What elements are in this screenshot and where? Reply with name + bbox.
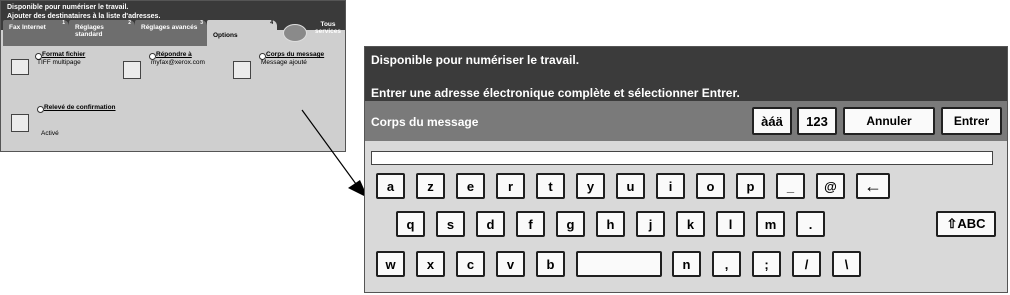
keyboard-toolbar: Corps du message àáä 123 Annuler Entrer bbox=[365, 101, 1007, 141]
key-j[interactable]: j bbox=[636, 211, 665, 237]
all-services-button[interactable]: Tous services bbox=[281, 20, 345, 46]
scan-options-screen: Disponible pour numériser le travail. Aj… bbox=[0, 0, 346, 152]
email-keyboard-screen: Disponible pour numériser le travail. En… bbox=[364, 46, 1008, 293]
tab-number: 4 bbox=[270, 20, 273, 26]
enter-button[interactable]: Entrer bbox=[941, 107, 1002, 135]
key-w[interactable]: w bbox=[376, 251, 405, 277]
instruction-text: Entrer une adresse électronique complète… bbox=[371, 86, 740, 100]
key-v[interactable]: v bbox=[496, 251, 525, 277]
key-i[interactable]: i bbox=[656, 173, 685, 199]
key-x[interactable]: x bbox=[416, 251, 445, 277]
tab-options[interactable]: Options 4 bbox=[207, 20, 277, 48]
option-title: Relevé de confirmation bbox=[44, 104, 116, 111]
option-title: Répondre à bbox=[156, 51, 192, 58]
option-value: TIFF multipage bbox=[37, 59, 81, 66]
pointer-arrow bbox=[301, 109, 368, 198]
tab-label: Réglages avancés bbox=[141, 24, 198, 31]
tab-label: Fax Internet bbox=[9, 24, 46, 31]
services-icon bbox=[283, 24, 307, 42]
key-b[interactable]: b bbox=[536, 251, 565, 277]
key-h[interactable]: h bbox=[596, 211, 625, 237]
key-o[interactable]: o bbox=[696, 173, 725, 199]
key-comma[interactable]: , bbox=[712, 251, 741, 277]
key-slash[interactable]: / bbox=[792, 251, 821, 277]
option-value: Message ajouté bbox=[261, 59, 307, 66]
tab-number: 3 bbox=[200, 20, 203, 26]
field-label: Corps du message bbox=[371, 115, 479, 129]
option-title: Format fichier bbox=[42, 51, 86, 58]
key-l[interactable]: l bbox=[716, 211, 745, 237]
tab-number: 2 bbox=[128, 20, 131, 26]
key-p[interactable]: p bbox=[736, 173, 765, 199]
options-body: Format fichier TIFF multipage Répondre à… bbox=[1, 48, 345, 151]
key-d[interactable]: d bbox=[476, 211, 505, 237]
key-semicolon[interactable]: ; bbox=[752, 251, 781, 277]
key-r[interactable]: r bbox=[496, 173, 525, 199]
file-format-icon bbox=[11, 59, 29, 75]
tab-label: Réglages standard bbox=[75, 24, 104, 38]
space-key[interactable] bbox=[576, 251, 662, 277]
key-q[interactable]: q bbox=[396, 211, 425, 237]
shift-key[interactable]: ⇧ABC bbox=[936, 211, 996, 237]
report-icon bbox=[11, 114, 29, 132]
key-y[interactable]: y bbox=[576, 173, 605, 199]
key-n[interactable]: n bbox=[672, 251, 701, 277]
numeric-keys-button[interactable]: 123 bbox=[797, 107, 837, 135]
status-text: Disponible pour numériser le travail. bbox=[371, 53, 580, 67]
tab-label: Options bbox=[213, 32, 238, 39]
option-indicator-icon bbox=[37, 106, 44, 113]
option-title: Corps du message bbox=[266, 51, 325, 58]
tab-standard-settings[interactable]: Réglages standard 2 bbox=[69, 20, 135, 46]
key-at[interactable]: @ bbox=[816, 173, 845, 199]
message-icon bbox=[233, 61, 251, 79]
key-period[interactable]: . bbox=[796, 211, 825, 237]
text-entry-field[interactable] bbox=[371, 151, 993, 165]
key-k[interactable]: k bbox=[676, 211, 705, 237]
status-bar: Disponible pour numériser le travail. En… bbox=[365, 47, 1007, 101]
key-underscore[interactable]: _ bbox=[776, 173, 805, 199]
option-value: myfax@xerox.com bbox=[151, 59, 205, 66]
cancel-button[interactable]: Annuler bbox=[843, 107, 935, 135]
option-value: Activé bbox=[41, 130, 59, 137]
tab-advanced-settings[interactable]: Réglages avancés 3 bbox=[135, 20, 207, 46]
key-z[interactable]: z bbox=[416, 173, 445, 199]
key-a[interactable]: a bbox=[376, 173, 405, 199]
backspace-key[interactable]: ← bbox=[856, 173, 890, 199]
key-m[interactable]: m bbox=[756, 211, 785, 237]
accent-characters-button[interactable]: àáä bbox=[752, 107, 792, 135]
key-backslash[interactable]: \ bbox=[832, 251, 861, 277]
status-text: Disponible pour numériser le travail. bbox=[7, 4, 129, 11]
tab-number: 1 bbox=[62, 20, 65, 26]
key-u[interactable]: u bbox=[616, 173, 645, 199]
all-services-label: Tous services bbox=[314, 21, 342, 35]
key-c[interactable]: c bbox=[456, 251, 485, 277]
key-t[interactable]: t bbox=[536, 173, 565, 199]
envelope-icon bbox=[123, 61, 141, 79]
key-f[interactable]: f bbox=[516, 211, 545, 237]
key-g[interactable]: g bbox=[556, 211, 585, 237]
key-s[interactable]: s bbox=[436, 211, 465, 237]
tab-fax-internet[interactable]: Fax Internet 1 bbox=[3, 20, 69, 46]
key-e[interactable]: e bbox=[456, 173, 485, 199]
